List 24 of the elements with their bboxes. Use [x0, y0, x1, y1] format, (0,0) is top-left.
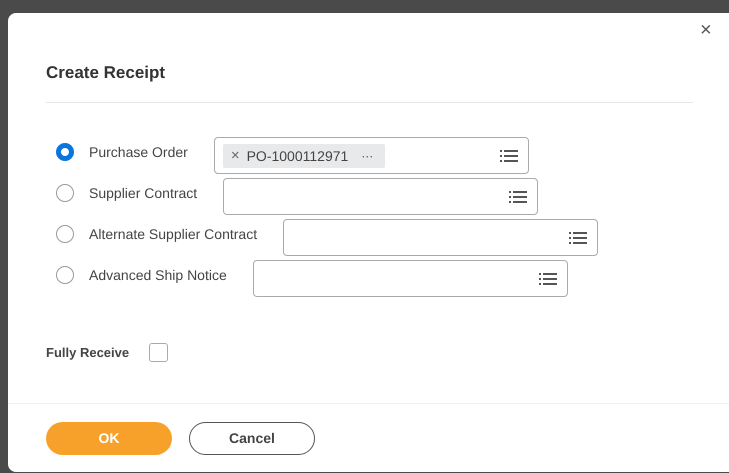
list-icon[interactable]: [500, 149, 518, 163]
radio-button[interactable]: [56, 266, 74, 284]
option-label: Advanced Ship Notice: [89, 266, 227, 285]
cancel-button[interactable]: Cancel: [189, 422, 315, 454]
radio-button[interactable]: [56, 184, 74, 202]
list-icon[interactable]: [569, 231, 588, 245]
option-label: Alternate Supplier Contract: [89, 225, 258, 244]
close-button[interactable]: ×: [700, 19, 712, 41]
field-label: Fully Receive: [46, 345, 130, 360]
dialog-title: Create Receipt: [46, 63, 166, 83]
token-value: PO-1000112971: [246, 148, 348, 164]
more-button[interactable]: ···: [361, 148, 374, 162]
prompt-field[interactable]: [283, 219, 598, 256]
list-icon[interactable]: [509, 190, 528, 204]
prompt-field[interactable]: × PO-1000112971 ···: [214, 137, 529, 174]
list-icon[interactable]: [538, 272, 557, 286]
option-label: Supplier Contract: [89, 184, 198, 203]
prompt-field[interactable]: [252, 260, 568, 297]
checkbox[interactable]: [149, 343, 168, 362]
radio-button[interactable]: [56, 143, 74, 161]
remove-button[interactable]: ×: [230, 147, 240, 164]
prompt-field[interactable]: [223, 178, 538, 215]
radio-button[interactable]: [56, 225, 74, 243]
option-label: Purchase Order: [89, 143, 188, 162]
